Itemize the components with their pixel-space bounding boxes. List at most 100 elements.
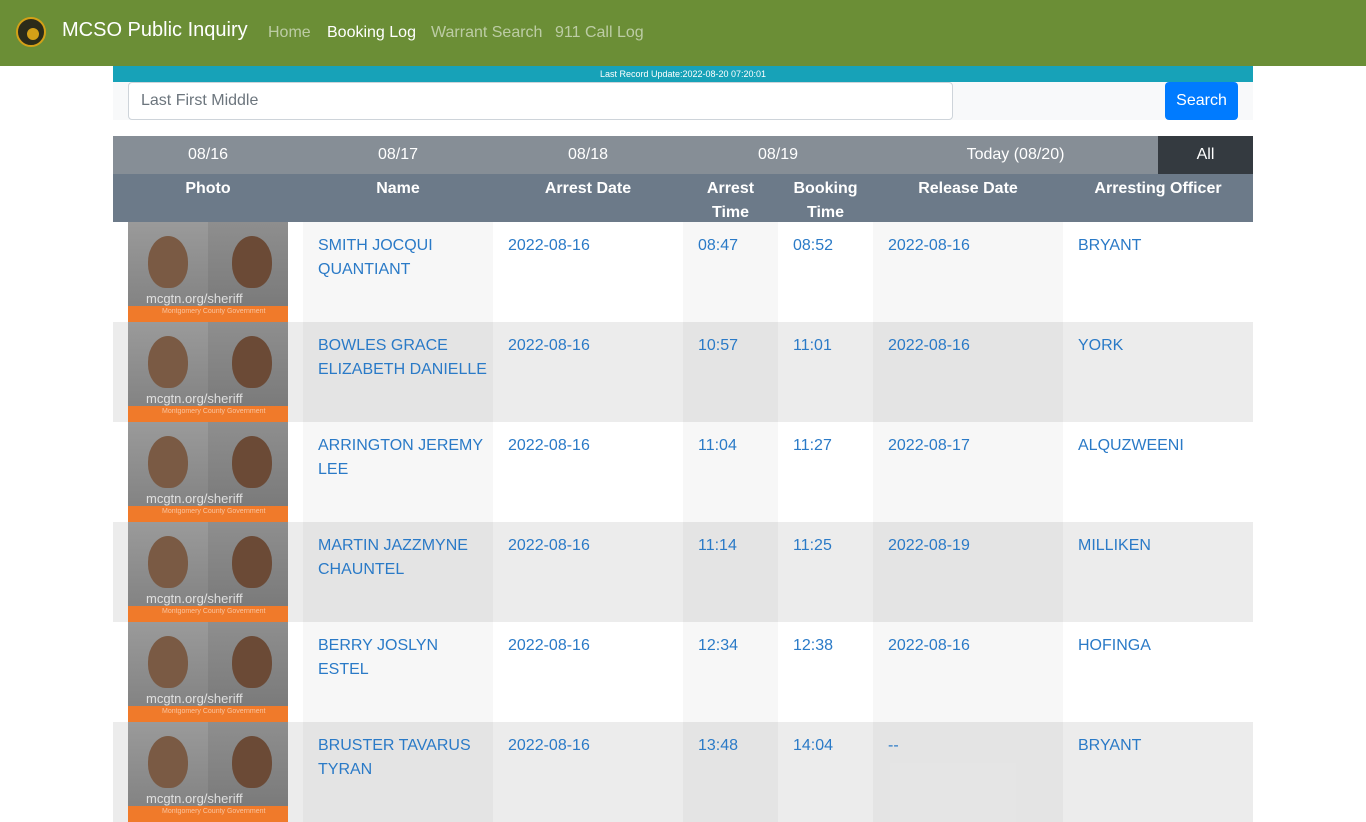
search-input[interactable] [128,82,953,120]
name-line2: LEE [318,461,349,478]
photo-watermark-org: Montgomery County Government [162,808,266,815]
col-name: Name [376,180,420,197]
col-arrest-date: Arrest Date [544,180,632,197]
arrest-time[interactable]: 10:57 [698,334,738,358]
arrest-time[interactable]: 11:14 [698,534,737,558]
arrest-date[interactable]: 2022-08-16 [508,534,590,558]
booking-photo[interactable]: mcgtn.org/sheriff Montgomery County Gove… [128,422,288,522]
release-date[interactable]: 2022-08-16 [888,234,970,258]
tab-08-17[interactable]: 08/17 [303,136,493,174]
photo-profile [208,622,288,722]
face [148,536,188,588]
arrest-time[interactable]: 12:34 [698,634,738,658]
arresting-officer[interactable]: BRYANT [1078,734,1141,758]
name-line2: TYRAN [318,761,373,778]
photo-profile [208,422,288,522]
arrest-time[interactable]: 08:47 [698,234,738,258]
photo-front [128,222,208,322]
table-row[interactable]: mcgtn.org/sheriff Montgomery County Gove… [113,322,1253,422]
table-row[interactable]: mcgtn.org/sheriff Montgomery County Gove… [113,422,1253,522]
inmate-name-link[interactable]: BERRY JOSLYN ESTEL [318,634,493,682]
photo-profile [208,222,288,322]
photo-front [128,722,208,822]
face [148,236,188,288]
booking-photo[interactable]: mcgtn.org/sheriff Montgomery County Gove… [128,722,288,822]
name-line1: BOWLES GRACE [318,337,448,354]
name-line1: SMITH JOCQUI [318,237,433,254]
col-release-date: Release Date [918,180,1018,197]
search-button[interactable]: Search [1165,82,1238,120]
face [232,436,272,488]
arrest-date[interactable]: 2022-08-16 [508,434,590,458]
booking-time[interactable]: 08:52 [793,234,833,258]
face [148,436,188,488]
booking-time[interactable]: 12:38 [793,634,833,658]
booking-photo[interactable]: mcgtn.org/sheriff Montgomery County Gove… [128,222,288,322]
last-update-banner: Last Record Update:2022-08-20 07:20:01 [113,66,1253,82]
tab-08-16[interactable]: 08/16 [113,136,303,174]
inmate-name-link[interactable]: MARTIN JAZZMYNE CHAUNTEL [318,534,493,582]
face [232,236,272,288]
cell-shade [873,722,1063,822]
photo-watermark-org: Montgomery County Government [162,608,266,615]
arresting-officer[interactable]: MILLIKEN [1078,534,1151,558]
photo-front [128,622,208,722]
booking-time[interactable]: 11:25 [793,534,832,558]
arresting-officer[interactable]: BRYANT [1078,234,1141,258]
release-date[interactable]: 2022-08-19 [888,534,970,558]
booking-time[interactable]: 14:04 [793,734,833,758]
table-row[interactable]: mcgtn.org/sheriff Montgomery County Gove… [113,722,1253,822]
nav-booking-log[interactable]: Booking Log [327,24,416,42]
nav-911-call-log[interactable]: 911 Call Log [555,24,644,42]
brand-title[interactable]: MCSO Public Inquiry [62,19,248,42]
booking-photo[interactable]: mcgtn.org/sheriff Montgomery County Gove… [128,522,288,622]
table-row[interactable]: mcgtn.org/sheriff Montgomery County Gove… [113,622,1253,722]
photo-profile [208,322,288,422]
photo-watermark-org: Montgomery County Government [162,308,266,315]
face [232,636,272,688]
arrest-date[interactable]: 2022-08-16 [508,634,590,658]
name-line2: ELIZABETH DANIELLE [318,361,487,378]
sheriff-badge-icon[interactable] [16,17,46,47]
inmate-name-link[interactable]: BOWLES GRACE ELIZABETH DANIELLE [318,334,493,382]
arresting-officer[interactable]: HOFINGA [1078,634,1151,658]
booking-time[interactable]: 11:01 [793,334,832,358]
photo-profile [208,722,288,822]
booking-photo[interactable]: mcgtn.org/sheriff Montgomery County Gove… [128,322,288,422]
booking-photo[interactable]: mcgtn.org/sheriff Montgomery County Gove… [128,622,288,722]
booking-time[interactable]: 11:27 [793,434,832,458]
col-arresting-officer: Arresting Officer [1094,180,1222,197]
tab-08-18[interactable]: 08/18 [493,136,683,174]
table-row[interactable]: mcgtn.org/sheriff Montgomery County Gove… [113,522,1253,622]
arresting-officer[interactable]: YORK [1078,334,1123,358]
name-line1: MARTIN JAZZMYNE [318,537,468,554]
col-booking-time-line1: Booking [793,180,858,197]
photo-watermark: mcgtn.org/sheriff [146,591,243,606]
table-header: Photo Name Arrest Date Arrest Time Booki… [113,174,1253,222]
arrest-time[interactable]: 13:48 [698,734,738,758]
inmate-name-link[interactable]: SMITH JOCQUI QUANTIANT [318,234,493,282]
nav-warrant-search[interactable]: Warrant Search [431,24,542,42]
arrest-date[interactable]: 2022-08-16 [508,334,590,358]
face [148,636,188,688]
release-date[interactable]: -- [888,734,899,758]
arrest-time[interactable]: 11:04 [698,434,737,458]
nav-home[interactable]: Home [268,24,311,42]
name-line1: BERRY JOSLYN ESTEL [318,637,439,678]
photo-front [128,422,208,522]
tab-08-19[interactable]: 08/19 [683,136,873,174]
photo-watermark-org: Montgomery County Government [162,508,266,515]
inmate-name-link[interactable]: BRUSTER TAVARUS TYRAN [318,734,493,782]
face [232,336,272,388]
tab-all[interactable]: All [1158,136,1253,174]
arrest-date[interactable]: 2022-08-16 [508,234,590,258]
photo-watermark: mcgtn.org/sheriff [146,291,243,306]
inmate-name-link[interactable]: ARRINGTON JEREMY LEE [318,434,493,482]
release-date[interactable]: 2022-08-17 [888,434,970,458]
tab-today[interactable]: Today (08/20) [873,136,1158,174]
release-date[interactable]: 2022-08-16 [888,334,970,358]
table-row[interactable]: mcgtn.org/sheriff Montgomery County Gove… [113,222,1253,322]
release-date[interactable]: 2022-08-16 [888,634,970,658]
arrest-date[interactable]: 2022-08-16 [508,734,590,758]
arresting-officer[interactable]: ALQUZWEENI [1078,434,1184,458]
